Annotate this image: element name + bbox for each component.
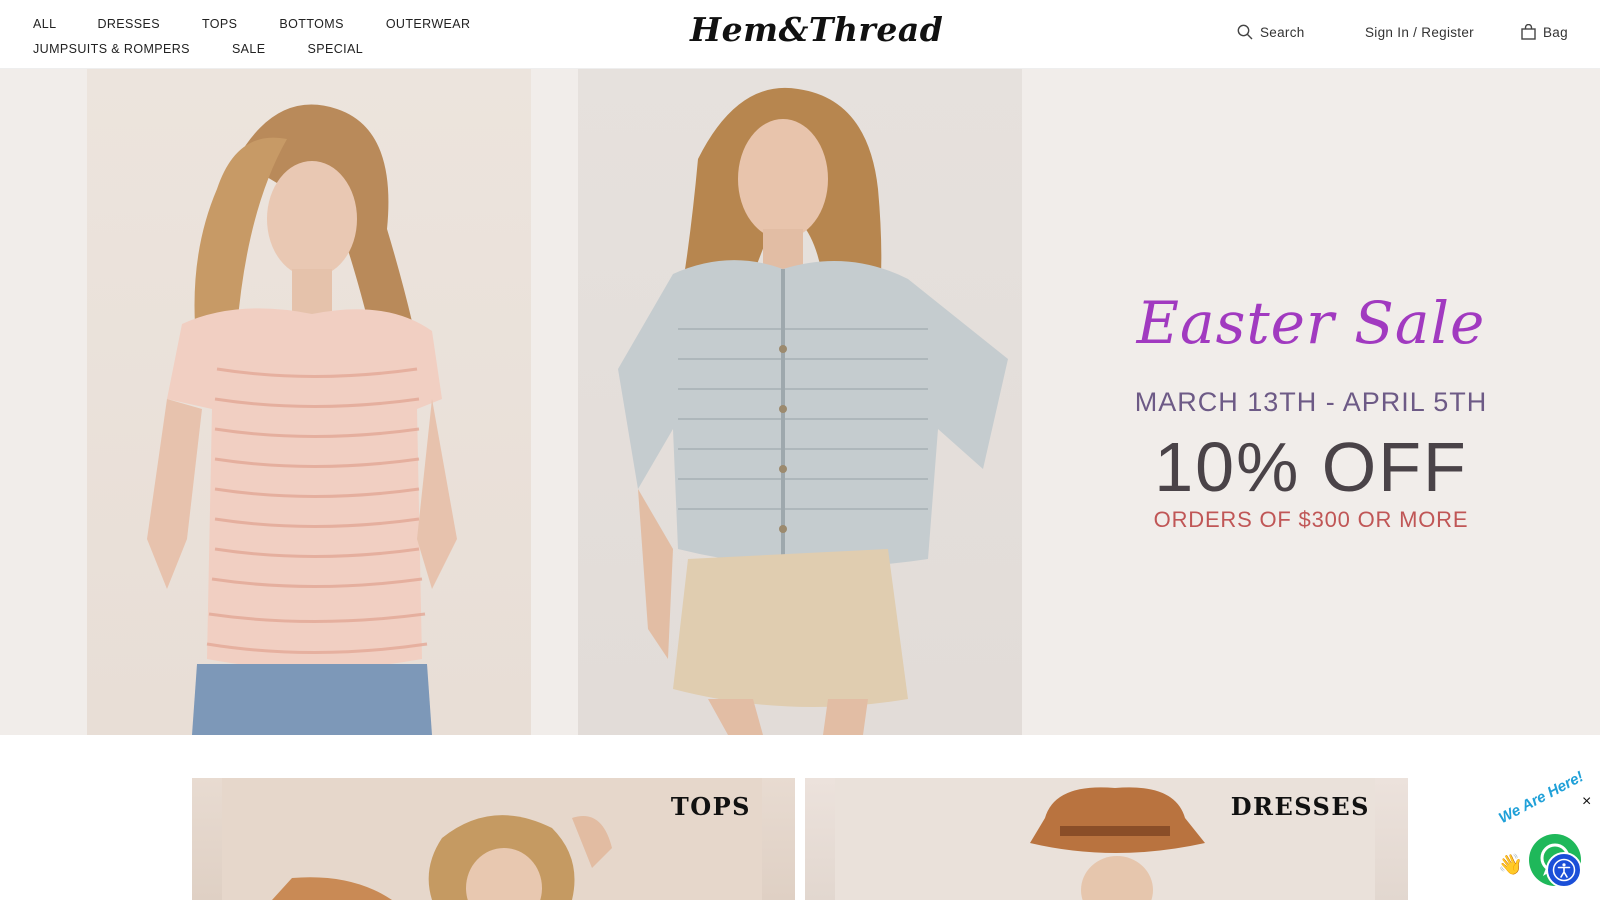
- category-tile-tops[interactable]: TOPS: [192, 778, 795, 900]
- search-label: Search: [1260, 24, 1305, 40]
- chat-close-icon[interactable]: ×: [1582, 793, 1591, 811]
- nav-link-outerwear[interactable]: OUTERWEAR: [386, 17, 471, 31]
- nav-link-all[interactable]: ALL: [33, 17, 56, 31]
- easter-sale-promo: Easter Sale MARCH 13TH - APRIL 5TH 10% O…: [1022, 69, 1600, 735]
- bag-button[interactable]: Bag: [1521, 22, 1568, 42]
- discount-terms: ORDERS OF $300 OR MORE: [1153, 507, 1469, 532]
- easter-sale-heading: Easter Sale: [1136, 289, 1486, 357]
- bag-label: Bag: [1543, 24, 1568, 40]
- waving-hand-icon: 👋: [1498, 854, 1523, 876]
- site-header: ALL DRESSES TOPS BOTTOMS OUTERWEAR JUMPS…: [0, 0, 1600, 69]
- brand-logo[interactable]: Hem&Thread: [690, 10, 943, 54]
- discount-amount: 10% OFF: [1154, 428, 1468, 506]
- category-title-tops: TOPS: [670, 792, 751, 821]
- nav-link-jumpsuits-rompers[interactable]: JUMPSUITS & ROMPERS: [33, 42, 190, 56]
- nav-link-dresses[interactable]: DRESSES: [97, 17, 160, 31]
- hero-model-photo-crochet-cardigan: [578, 69, 1022, 735]
- bag-icon: [1521, 24, 1536, 40]
- sale-dates: MARCH 13TH - APRIL 5TH: [1134, 387, 1488, 417]
- main-nav: ALL DRESSES TOPS BOTTOMS OUTERWEAR JUMPS…: [33, 11, 503, 61]
- nav-link-bottoms[interactable]: BOTTOMS: [279, 17, 343, 31]
- nav-link-special[interactable]: SPECIAL: [308, 42, 364, 56]
- category-tile-dresses[interactable]: DRESSES: [805, 778, 1408, 900]
- nav-row-2: JUMPSUITS & ROMPERS SALE SPECIAL: [33, 36, 503, 61]
- hero-model-photo-smocked-top: [87, 69, 531, 735]
- category-title-dresses: DRESSES: [1230, 792, 1370, 821]
- sign-in-register-link[interactable]: Sign In / Register: [1365, 22, 1474, 42]
- nav-link-sale[interactable]: SALE: [232, 42, 266, 56]
- nav-link-tops[interactable]: TOPS: [202, 17, 237, 31]
- accessibility-icon[interactable]: [1546, 852, 1582, 888]
- chat-badge-text[interactable]: We Are Here!: [1496, 767, 1589, 827]
- account-label: Sign In / Register: [1365, 24, 1474, 40]
- search-button[interactable]: Search: [1237, 22, 1305, 42]
- hero-banner[interactable]: Easter Sale MARCH 13TH - APRIL 5TH 10% O…: [0, 69, 1600, 735]
- search-icon: [1237, 24, 1253, 40]
- nav-row-1: ALL DRESSES TOPS BOTTOMS OUTERWEAR: [33, 11, 503, 36]
